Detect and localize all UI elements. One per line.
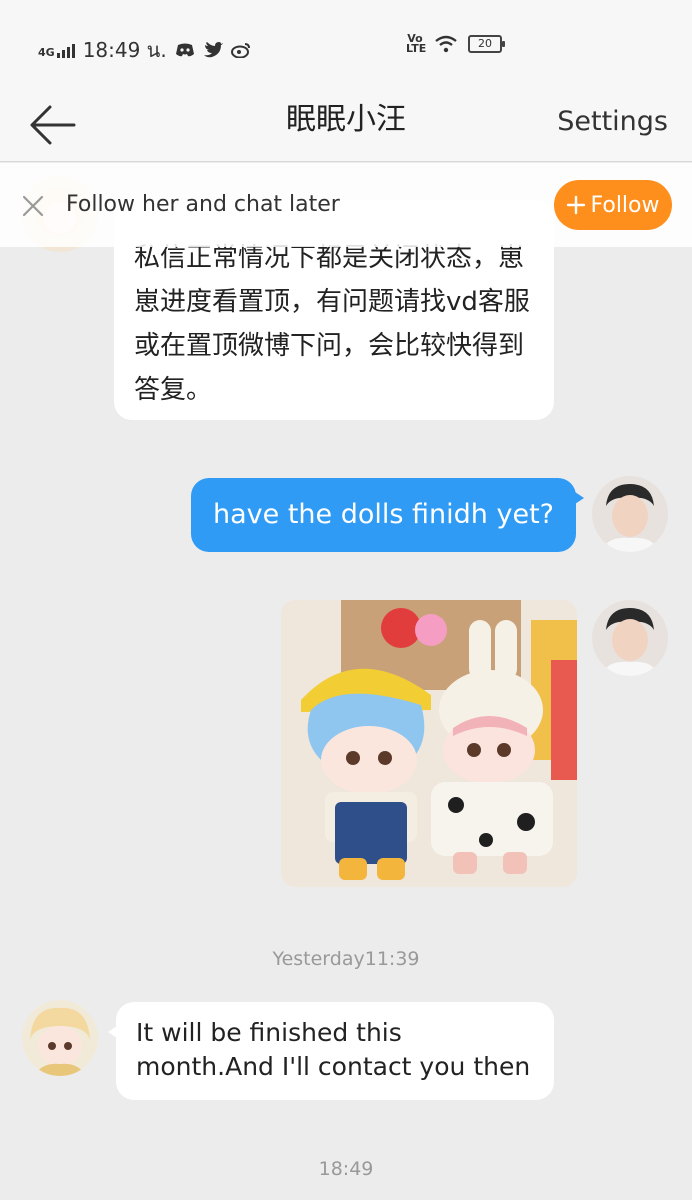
message-timestamp: 18:49 — [318, 1158, 374, 1180]
volte-indicator: Vo LTE — [406, 32, 427, 55]
status-left: 4G 18:49 น. — [38, 34, 251, 66]
signal-icon: 4G — [38, 42, 75, 58]
weibo-icon — [230, 43, 250, 58]
discord-icon — [175, 43, 194, 57]
status-bar: 4G 18:49 น. Vo LTE 20 — [0, 0, 692, 90]
wifi-icon — [435, 35, 457, 53]
contact-avatar[interactable] — [22, 1000, 98, 1076]
doll-avatar-image — [22, 1000, 98, 1076]
banner-close-button[interactable] — [18, 191, 48, 221]
follow-button[interactable]: Follow — [554, 180, 672, 230]
status-time: 18:49 น. — [82, 38, 167, 62]
battery-icon: 20 — [468, 35, 505, 53]
banner-text: Follow her and chat later — [66, 192, 340, 217]
plus-icon — [567, 195, 586, 215]
network-type: 4G — [38, 46, 55, 59]
incoming-message-text: 私信正常情况下都是关闭状态，崽崽进度看置顶，有问题请找vd客服或在置顶微博下问，… — [134, 243, 530, 405]
dolls-photo — [281, 600, 577, 887]
outgoing-message-bubble: have the dolls finidh yet? — [191, 478, 584, 552]
follow-button-label: Follow — [590, 192, 660, 218]
user-avatar[interactable] — [592, 476, 668, 552]
follow-banner: Follow her and chat later Follow — [0, 163, 692, 247]
close-icon — [22, 195, 44, 217]
incoming-message-bubble: It will be finished this month.And I'll … — [108, 1002, 554, 1100]
outgoing-message-text: have the dolls finidh yet? — [213, 499, 554, 530]
twitter-icon — [203, 42, 223, 58]
incoming-message-text: It will be finished this month.And I'll … — [136, 1018, 531, 1081]
chat-header: 眠眠小汪 Settings — [0, 90, 692, 162]
status-right: Vo LTE 20 — [406, 32, 505, 55]
user-avatar-image — [592, 476, 668, 552]
message-timestamp: Yesterday11:39 — [272, 948, 420, 970]
user-avatar-image — [592, 600, 668, 676]
settings-button[interactable]: Settings — [557, 104, 668, 140]
user-avatar[interactable] — [592, 600, 668, 676]
doll-photo-message[interactable] — [281, 600, 577, 887]
